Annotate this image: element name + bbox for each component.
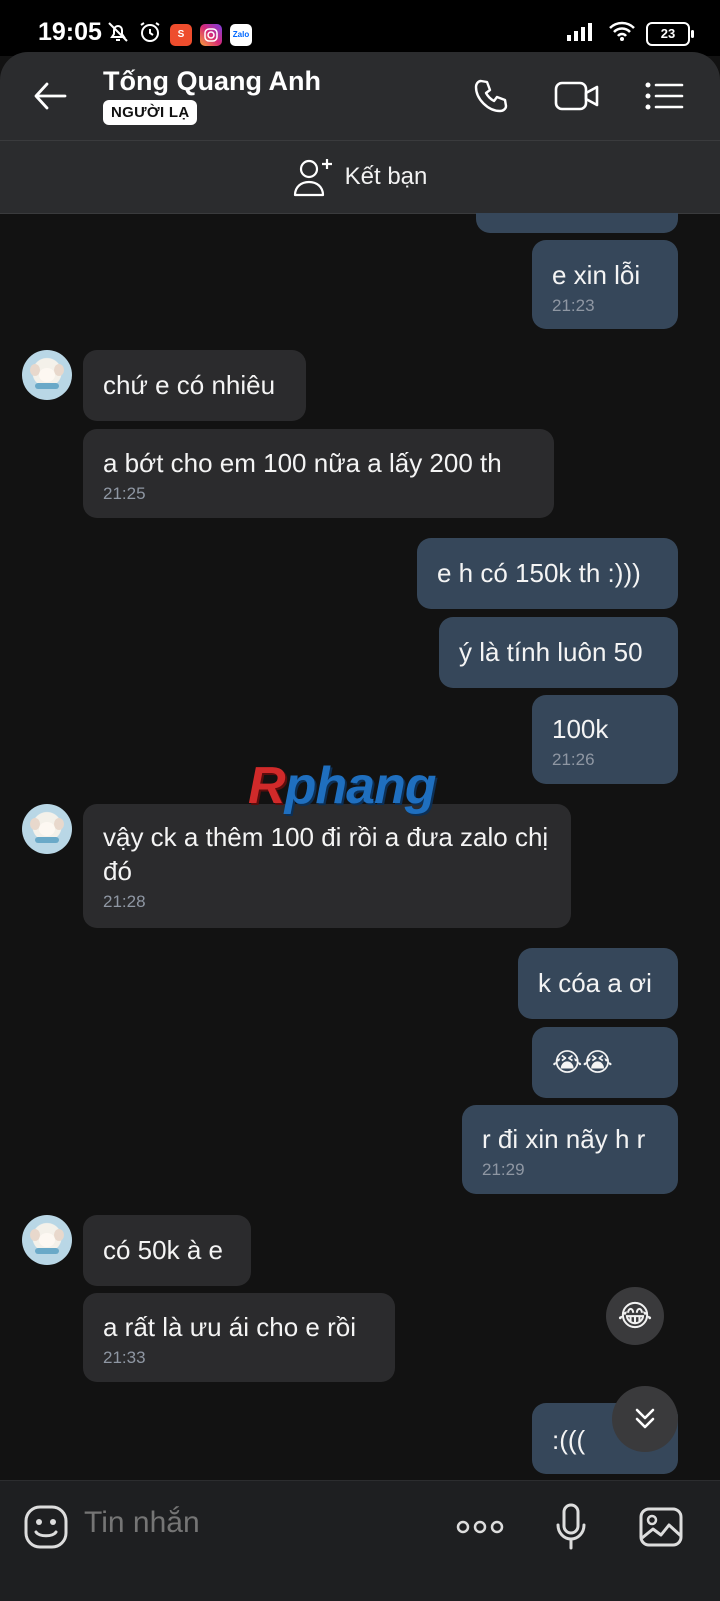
image-icon — [639, 1507, 683, 1547]
contact-name[interactable]: Tống Quang Anh — [103, 66, 321, 97]
menu-list-icon — [645, 82, 684, 110]
add-friend-icon — [293, 159, 332, 197]
message-bubble-outgoing[interactable]: 😭😭 — [532, 1027, 678, 1098]
signal-icon — [566, 21, 598, 46]
status-bar: 19:05 S Zalo 23 — [0, 0, 720, 56]
message-time: 21:29 — [482, 1160, 525, 1179]
add-friend-label: Kết bạn — [344, 163, 428, 190]
back-arrow-icon — [34, 82, 67, 110]
instagram-app-icon — [200, 23, 222, 46]
message-bubble-incoming[interactable]: vậy ck a thêm 100 đi rồi a đưa zalo chị … — [83, 804, 571, 928]
avatar[interactable] — [22, 804, 72, 854]
message-text: chứ e có nhiêu — [103, 370, 276, 400]
voice-call-button[interactable] — [467, 72, 515, 120]
message-text: 😭😭 — [552, 1047, 613, 1077]
emoji-button[interactable] — [22, 1503, 70, 1551]
send-image-button[interactable] — [633, 1499, 689, 1555]
scroll-to-bottom-button[interactable] — [612, 1386, 678, 1452]
battery-indicator: 23 — [646, 21, 694, 46]
alarm-icon — [138, 20, 162, 49]
message-time: 21:25 — [103, 484, 146, 503]
chat-header: Tống Quang Anh NGƯỜI LẠ — [0, 52, 720, 140]
message-text: a bớt cho em 100 nữa a lấy 200 th — [103, 448, 502, 478]
wifi-icon — [608, 20, 636, 47]
message-text: a rất là ưu ái cho e rồi — [103, 1312, 356, 1342]
message-text: r đi xin nãy h r — [482, 1124, 646, 1154]
chevron-down-icon — [635, 1408, 655, 1429]
watermark-logo: Rphang — [248, 757, 437, 815]
message-text: e xin lỗi — [552, 260, 641, 290]
message-text: vậy ck a thêm 100 đi rồi a đưa zalo chị … — [103, 822, 549, 886]
mute-bell-icon — [106, 20, 130, 49]
message-bubble-incoming[interactable]: có 50k à e — [83, 1215, 251, 1286]
phone-icon — [474, 79, 508, 113]
message-bubble-incoming[interactable]: a bớt cho em 100 nữa a lấy 200 th 21:25 — [83, 429, 554, 518]
message-time: 21:33 — [103, 1348, 146, 1367]
more-icon — [456, 1520, 504, 1534]
add-friend-bar[interactable]: Kết bạn — [0, 140, 720, 214]
back-button[interactable] — [28, 74, 72, 118]
video-call-button[interactable] — [553, 72, 601, 120]
notification-icons: S Zalo — [106, 20, 252, 49]
message-bubble-outgoing[interactable]: e h có 150k th :))) — [417, 538, 678, 609]
more-options-button[interactable] — [452, 1499, 508, 1555]
message-bubble-outgoing[interactable]: r đi xin nãy h r 21:29 — [462, 1105, 678, 1194]
message-time: 21:28 — [103, 892, 146, 911]
message-time: 21:26 — [552, 750, 595, 769]
message-bubble-outgoing[interactable]: e xin lỗi 21:23 — [532, 240, 678, 329]
message-time: 21:23 — [552, 296, 595, 315]
voice-message-button[interactable] — [543, 1499, 599, 1555]
message-text: e h có 150k th :))) — [437, 558, 641, 588]
zalo-app-icon: Zalo — [230, 23, 252, 46]
chat-options-button[interactable] — [640, 72, 688, 120]
message-input[interactable] — [82, 1505, 416, 1541]
message-text: ý là tính luôn 50 — [459, 637, 643, 667]
message-bubble-incoming[interactable]: a rất là ưu ái cho e rồi 21:33 — [83, 1293, 395, 1382]
message-bubble-incoming[interactable]: chứ e có nhiêu — [83, 350, 306, 421]
message-composer — [0, 1480, 720, 1601]
message-text: k cóa a ơi — [538, 968, 652, 998]
reaction-button[interactable]: 😂 — [606, 1287, 664, 1345]
microphone-icon — [556, 1503, 586, 1550]
message-bubble-outgoing[interactable]: ý là tính luôn 50 — [439, 617, 678, 688]
stranger-badge: NGƯỜI LẠ — [103, 100, 198, 125]
message-bubble-outgoing[interactable]: k cóa a ơi — [518, 948, 678, 1019]
system-status-icons: 23 — [566, 20, 694, 47]
emoji-icon — [24, 1505, 68, 1549]
message-text: 100k — [552, 714, 609, 744]
status-time: 19:05 — [38, 18, 102, 46]
avatar[interactable] — [22, 1215, 72, 1265]
message-text: có 50k à e — [103, 1235, 223, 1265]
message-bubble-partial[interactable] — [476, 213, 678, 233]
message-bubble-outgoing[interactable]: 100k 21:26 — [532, 695, 678, 784]
video-call-icon — [554, 81, 599, 111]
shopee-app-icon: S — [170, 23, 192, 46]
avatar[interactable] — [22, 350, 72, 400]
